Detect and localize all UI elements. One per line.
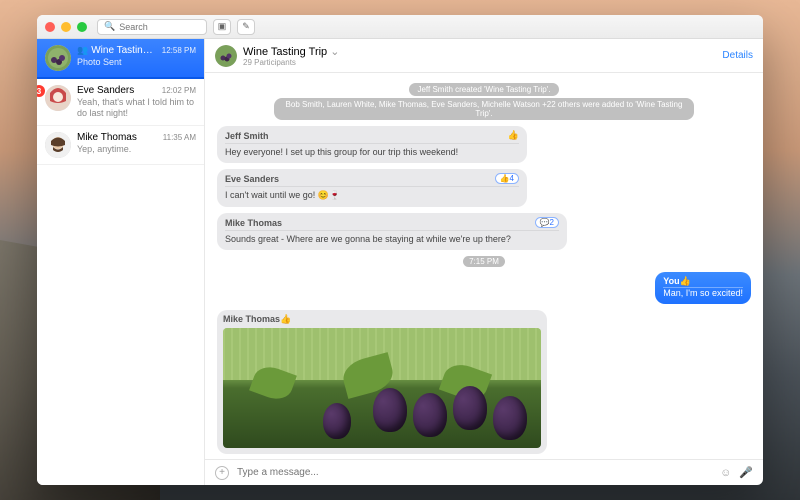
minimize-icon[interactable] [61, 22, 71, 32]
message-bubble[interactable]: Eve Sanders 👍4 I can't wait until we go! … [217, 169, 527, 207]
plus-icon: + [219, 467, 225, 478]
sender-name: Eve Sanders [225, 174, 279, 184]
image-icon: ▣ [218, 21, 227, 32]
avatar [45, 85, 71, 111]
like-icon[interactable]: 👍 [508, 130, 519, 141]
conversation-name: Eve Sanders [77, 85, 134, 96]
avatar [215, 45, 237, 67]
conversation-preview: Yeah, that's what I told him to do last … [77, 97, 196, 119]
titlebar: 🔍 ▣ ✎ [37, 15, 763, 39]
conversation-name: Mike Thomas [77, 132, 137, 143]
message-input[interactable] [237, 467, 712, 478]
conversation-preview: Yep, anytime. [77, 144, 196, 155]
search-input[interactable]: 🔍 [97, 19, 207, 35]
like-icon[interactable]: 👍 [280, 314, 291, 324]
conversation-preview: Photo Sent [77, 57, 196, 68]
sidebar-item-wine-tasting[interactable]: 👥Wine Tasting Trip 12:58 PM Photo Sent [37, 39, 204, 79]
media-button[interactable]: ▣ [213, 19, 231, 35]
compose-bar: + ☺ 🎤 [205, 459, 763, 485]
emoji-button[interactable]: ☺ [720, 467, 731, 479]
app-window: 🔍 ▣ ✎ 👥Wine Tasting Trip 12:58 PM Photo … [37, 15, 763, 485]
group-icon: 👥 [77, 45, 88, 55]
like-icon[interactable]: 👍 [680, 276, 691, 286]
compose-button[interactable]: ✎ [237, 19, 255, 35]
sender-name: Mike Thomas [223, 314, 280, 324]
conversation-time: 12:02 PM [162, 86, 196, 95]
unread-badge: 3 [37, 85, 45, 97]
chat-title: Wine Tasting Trip [243, 46, 327, 58]
conversation-list: 👥Wine Tasting Trip 12:58 PM Photo Sent 3… [37, 39, 205, 485]
reaction-badge[interactable]: 👍4 [495, 173, 519, 184]
conversation-name: Wine Tasting Trip [91, 45, 158, 56]
sidebar-item-eve[interactable]: 3 Eve Sanders 12:02 PM Yeah, that's what… [37, 79, 204, 126]
chevron-down-icon[interactable]: ⌄ [330, 46, 339, 58]
sidebar-item-mike[interactable]: Mike Thomas 11:35 AM Yep, anytime. [37, 126, 204, 165]
search-field[interactable] [119, 22, 200, 32]
avatar [45, 45, 71, 71]
message-bubble[interactable]: Mike Thomas 💬2 Sounds great - Where are w… [217, 213, 567, 250]
message-list: Jeff Smith created 'Wine Tasting Trip'. … [205, 73, 763, 459]
system-message: Bob Smith, Lauren White, Mike Thomas, Ev… [274, 98, 694, 120]
message-bubble-mine[interactable]: You👍 Man, I'm so excited! [217, 272, 751, 304]
chat-header: Wine Tasting Trip ⌄ 29 Participants Deta… [205, 39, 763, 73]
sender-name: Jeff Smith [225, 131, 269, 141]
avatar [45, 132, 71, 158]
conversation-time: 11:35 AM [163, 133, 196, 142]
message-text: Man, I'm so excited! [663, 288, 743, 298]
search-icon: 🔍 [104, 21, 115, 32]
message-text: Sounds great - Where are we gonna be sta… [225, 234, 559, 244]
conversation-time: 12:58 PM [162, 46, 196, 55]
microphone-button[interactable]: 🎤 [739, 466, 753, 479]
compose-icon: ✎ [242, 21, 250, 32]
close-icon[interactable] [45, 22, 55, 32]
sender-name: You [663, 276, 679, 286]
message-bubble[interactable]: Jeff Smith 👍 Hey everyone! I set up this … [217, 126, 527, 163]
details-button[interactable]: Details [722, 50, 753, 61]
message-bubble-image[interactable]: Mike Thomas👍 [217, 310, 547, 454]
zoom-icon[interactable] [77, 22, 87, 32]
system-message: Jeff Smith created 'Wine Tasting Trip'. [274, 83, 694, 96]
timestamp-divider: 7:15 PM [217, 256, 751, 266]
reaction-badge[interactable]: 💬2 [535, 217, 559, 228]
message-text: I can't wait until we go! 😊🍷 [225, 190, 519, 201]
sender-name: Mike Thomas [225, 218, 282, 228]
participant-count: 29 Participants [243, 58, 722, 67]
message-text: Hey everyone! I set up this group for ou… [225, 147, 519, 157]
photo-attachment[interactable] [223, 328, 541, 448]
add-attachment-button[interactable]: + [215, 466, 229, 480]
